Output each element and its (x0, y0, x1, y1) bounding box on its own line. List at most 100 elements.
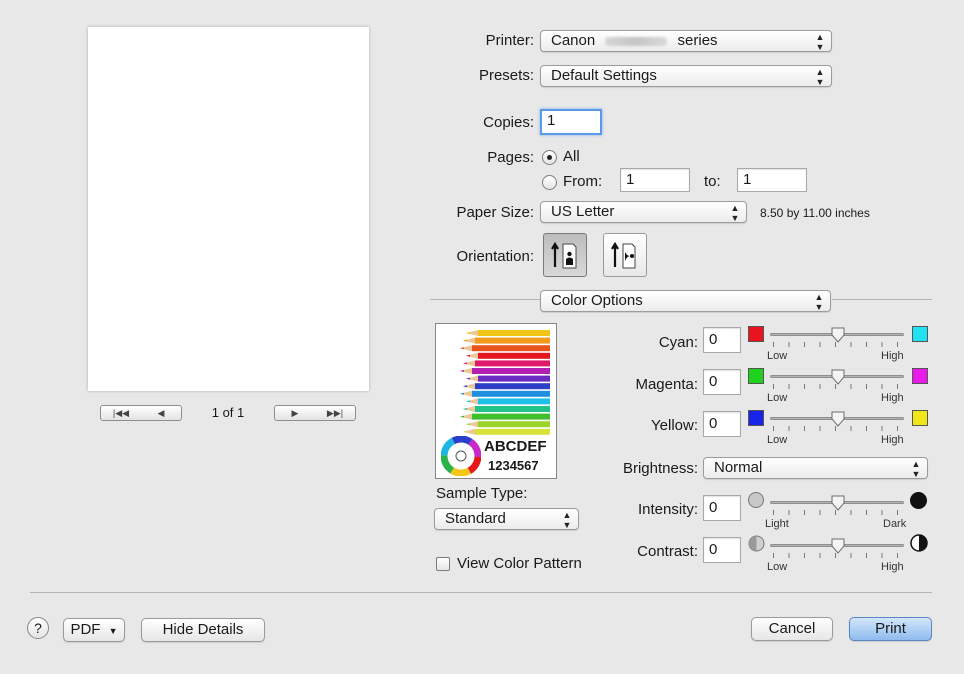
pencil-lead (463, 408, 467, 410)
intensity-low-label: Light (765, 518, 789, 530)
yellow-high-swatch (912, 410, 928, 426)
last-page-icon[interactable]: ▶▶| (315, 406, 355, 420)
landscape-orientation-icon (611, 241, 636, 269)
color-sample-image: ABCDEF 1234567 (435, 323, 557, 479)
pages-all-label: All (563, 148, 580, 165)
paper-size-popup[interactable]: US Letter ▲ ▼ (540, 201, 747, 223)
magenta-slider-thumb[interactable] (831, 369, 845, 385)
pencil-body (475, 337, 550, 344)
cyan-low-swatch (748, 326, 764, 342)
pencil-lead (460, 347, 464, 350)
cyan-label: Cyan: (658, 334, 698, 351)
cyan-field[interactable]: 0 (703, 327, 741, 353)
view-color-pattern-label: View Color Pattern (457, 555, 582, 572)
contrast-field[interactable]: 0 (703, 537, 741, 563)
cancel-button[interactable]: Cancel (751, 617, 833, 641)
cyan-high-swatch (912, 326, 928, 342)
pencil-body (478, 352, 550, 359)
cyan-low-label: Low (767, 350, 788, 362)
pages-from-field[interactable]: 1 (620, 168, 690, 192)
popup-arrows-icon: ▲ ▼ (814, 292, 824, 312)
pencil-body (475, 383, 550, 390)
section-separator-right (832, 299, 932, 300)
yellow-label: Yellow: (651, 417, 698, 434)
intensity-field[interactable]: 0 (703, 495, 741, 521)
pencil-lead (466, 423, 470, 426)
presets-popup[interactable]: Default Settings ▲ ▼ (540, 65, 832, 87)
light-circle-icon (748, 492, 764, 508)
pencil-body (472, 345, 550, 352)
printer-name-prefix: Canon (551, 32, 596, 49)
colored-pencils-icon (460, 330, 550, 435)
magenta-high-swatch (912, 368, 928, 384)
paper-size-label: Paper Size: (456, 204, 534, 221)
popup-arrows-icon: ▲ ▼ (815, 67, 825, 87)
section-separator-left (430, 299, 540, 300)
magenta-low-label: Low (767, 392, 788, 404)
high-contrast-icon (910, 534, 928, 552)
pages-all-radio[interactable] (542, 150, 557, 165)
printer-popup[interactable]: Canon series ▲ ▼ (540, 30, 832, 52)
contrast-low-label: Low (767, 561, 788, 573)
color-wheel-icon (441, 436, 481, 476)
pencil-lead (463, 339, 467, 342)
popup-arrows-icon: ▲ ▼ (911, 459, 921, 479)
pencil-lead (466, 377, 470, 380)
paper-size-value: US Letter (551, 203, 615, 220)
pencil-lead (460, 415, 464, 418)
page-counter: 1 of 1 (211, 405, 245, 420)
orientation-portrait-button[interactable] (543, 233, 587, 277)
intensity-slider-thumb[interactable] (831, 495, 845, 511)
help-button[interactable]: ? (27, 617, 49, 639)
preview-back-buttons[interactable]: |◀◀ ◀ (100, 405, 182, 421)
pages-range-radio[interactable] (542, 175, 557, 190)
pencil-lead (463, 430, 467, 433)
sample-text-letters: ABCDEF (484, 438, 547, 455)
sample-type-value: Standard (445, 510, 506, 527)
previous-page-icon[interactable]: ◀ (141, 406, 181, 420)
sample-type-label: Sample Type: (436, 485, 528, 502)
preview-forward-buttons[interactable]: ▶ ▶▶| (274, 405, 356, 421)
chevron-down-icon: ▼ (108, 626, 118, 636)
next-page-icon[interactable]: ▶ (275, 406, 315, 420)
yellow-slider-thumb[interactable] (831, 411, 845, 427)
pencil-body (475, 406, 550, 412)
pages-to-field[interactable]: 1 (737, 168, 807, 192)
contrast-high-label: High (881, 561, 904, 573)
magenta-high-label: High (881, 392, 904, 404)
pencil-lead (463, 385, 467, 388)
popup-arrows-icon: ▲ ▼ (562, 510, 572, 530)
pdf-menu-button[interactable]: PDF ▼ (63, 618, 125, 642)
brightness-value: Normal (714, 459, 763, 476)
yellow-low-label: Low (767, 434, 788, 446)
magenta-label: Magenta: (635, 376, 698, 393)
pencil-body (478, 375, 550, 382)
contrast-slider-thumb[interactable] (831, 538, 845, 554)
pencil-lead (466, 354, 470, 357)
section-popup[interactable]: Color Options ▲ ▼ (540, 290, 831, 312)
brightness-popup[interactable]: Normal ▲ ▼ (703, 457, 928, 479)
copies-field[interactable]: 1 (540, 109, 602, 135)
magenta-field[interactable]: 0 (703, 369, 741, 395)
view-color-pattern-checkbox[interactable] (436, 557, 450, 571)
presets-label: Presets: (478, 67, 534, 84)
hide-details-button[interactable]: Hide Details (141, 618, 265, 642)
print-preview-page (88, 27, 369, 391)
yellow-field[interactable]: 0 (703, 411, 741, 437)
sample-type-popup[interactable]: Standard ▲ ▼ (434, 508, 579, 530)
pencil-body (478, 330, 550, 336)
section-value: Color Options (551, 292, 643, 309)
pencil-body (472, 368, 550, 374)
cyan-high-label: High (881, 350, 904, 362)
yellow-high-label: High (881, 434, 904, 446)
orientation-landscape-button[interactable] (603, 233, 647, 277)
first-page-icon[interactable]: |◀◀ (101, 406, 141, 420)
low-contrast-icon (748, 535, 765, 552)
portrait-orientation-icon (551, 241, 577, 269)
cyan-slider-thumb[interactable] (831, 327, 845, 343)
pencil-lead (466, 400, 470, 403)
pages-from-label: From: (563, 173, 603, 190)
yellow-low-swatch (748, 410, 764, 426)
print-button[interactable]: Print (849, 617, 932, 641)
pages-to-label: to: (704, 173, 721, 190)
